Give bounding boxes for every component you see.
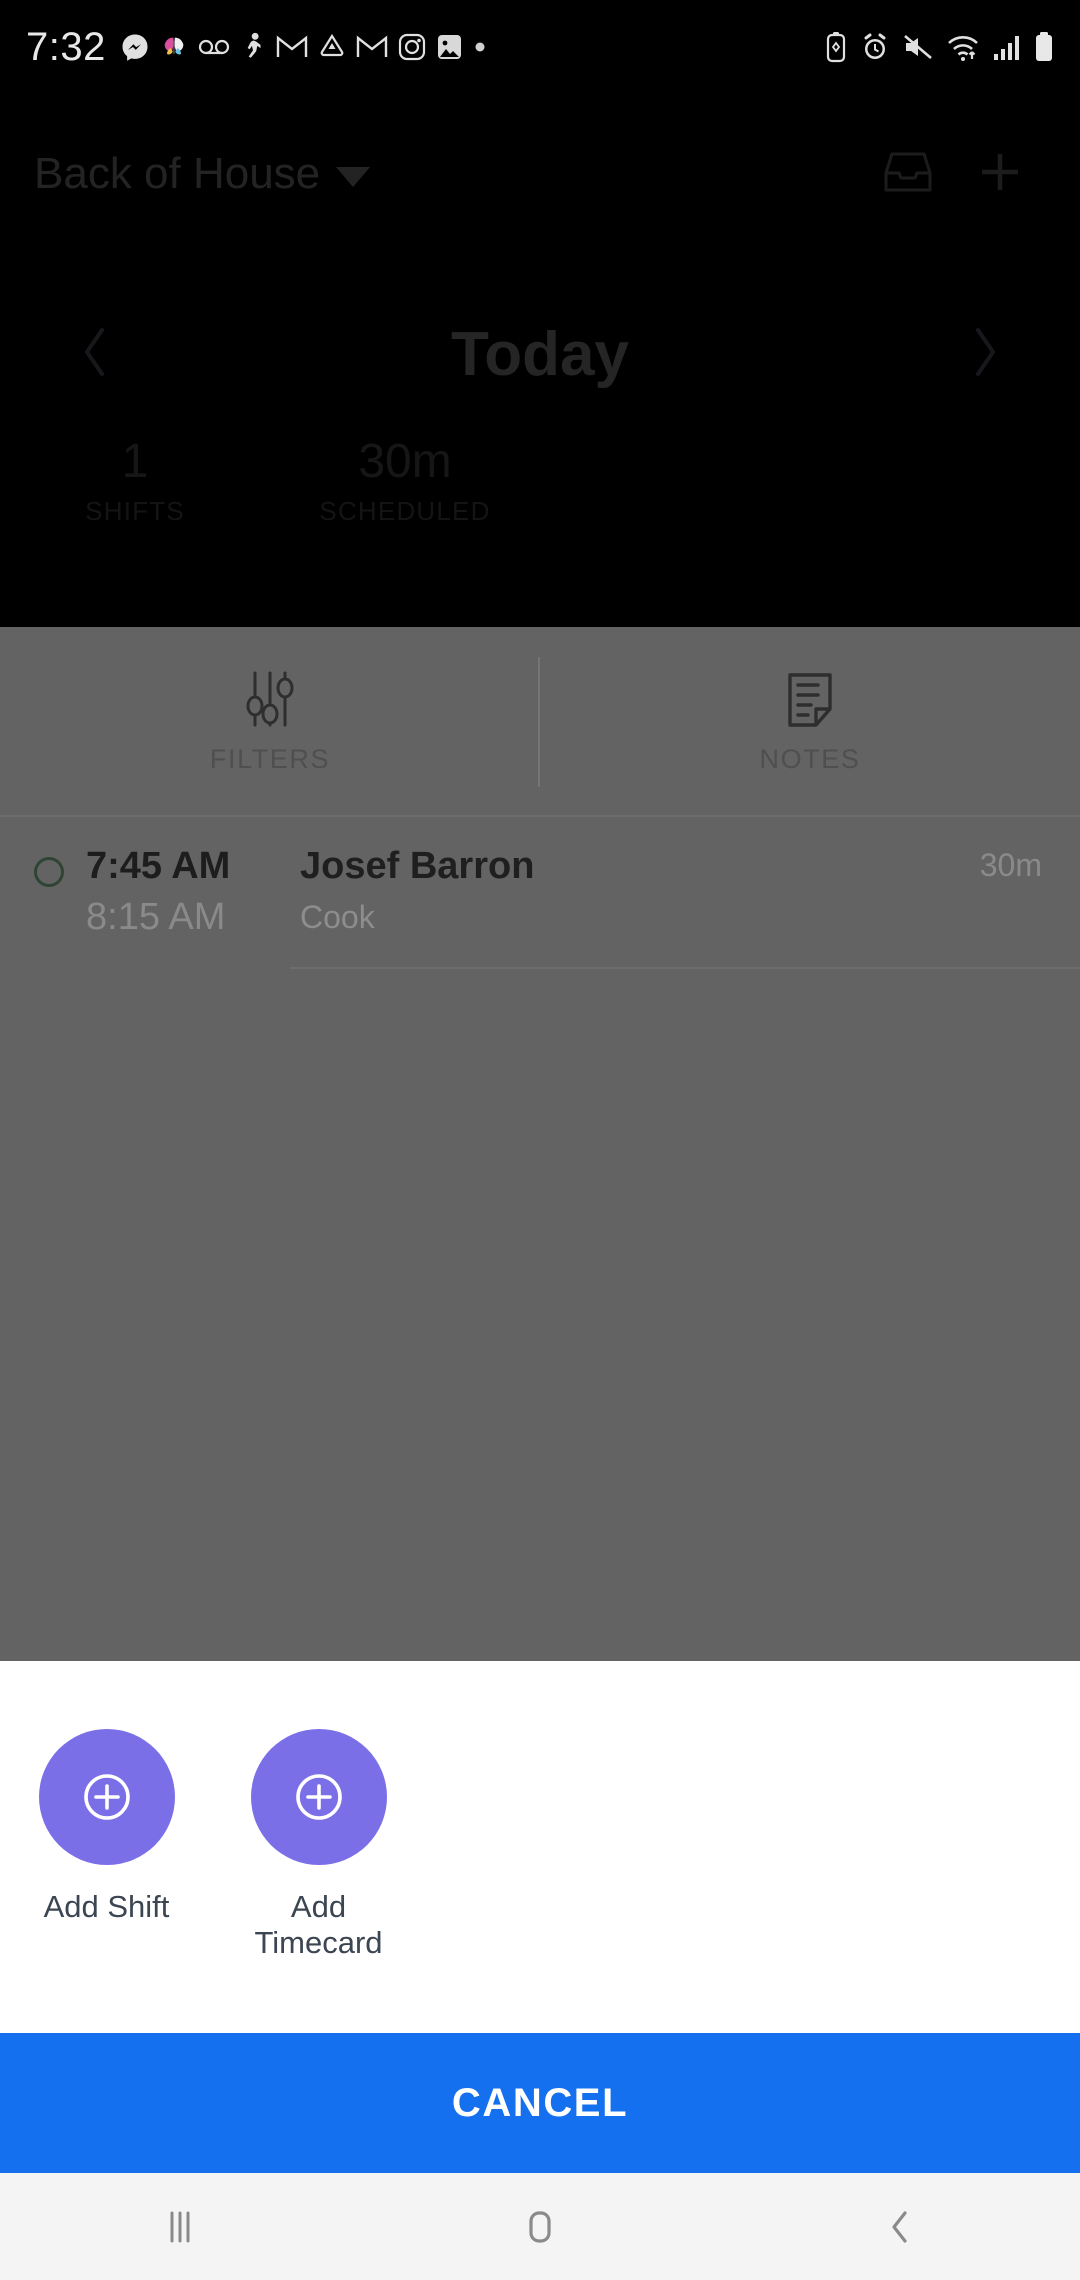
wifi-icon <box>946 32 980 62</box>
action-grid: Add Shift Add Timecard <box>0 1661 1080 1961</box>
add-shift-action[interactable]: Add Shift <box>34 1729 179 1961</box>
add-shift-label: Add Shift <box>43 1889 170 1924</box>
dim-overlay-body[interactable] <box>0 627 1080 1661</box>
voicemail-icon <box>198 37 230 57</box>
more-dot-icon <box>473 40 487 54</box>
drive-icon <box>318 33 346 61</box>
alarm-icon <box>860 32 890 62</box>
home-button[interactable] <box>360 2205 720 2249</box>
instagram-icon <box>398 33 426 61</box>
running-person-icon <box>240 32 266 62</box>
butterfly-app-icon <box>160 33 188 61</box>
gmail-icon <box>276 34 308 60</box>
battery-icon <box>1034 31 1054 63</box>
messenger-icon <box>120 32 150 62</box>
action-bottom-sheet: Add Shift Add Timecard <box>0 1661 1080 2073</box>
battery-saver-icon <box>824 31 848 63</box>
system-nav-bar <box>0 2173 1080 2280</box>
phone-screen: 7:32 FILTERS NOTES 7:45 AM 8:15 AM Josef… <box>0 0 1080 2280</box>
add-shift-button[interactable] <box>38 1729 175 1865</box>
cancel-button[interactable]: CANCEL <box>0 2033 1080 2173</box>
add-timecard-label: Add Timecard <box>254 1889 383 1960</box>
photos-icon <box>436 33 463 61</box>
recents-icon <box>158 2205 202 2249</box>
recents-button[interactable] <box>0 2205 360 2249</box>
plus-circle-icon <box>288 1766 350 1828</box>
status-bar-clock: 7:32 <box>26 24 106 69</box>
gmail-icon-2 <box>356 34 388 60</box>
status-bar: 7:32 <box>0 0 1080 94</box>
back-button[interactable] <box>720 2205 1080 2249</box>
mute-icon <box>902 33 934 61</box>
cellular-signal-icon <box>992 32 1022 62</box>
status-bar-notification-icons <box>120 32 487 62</box>
cancel-button-label: CANCEL <box>451 2080 629 2125</box>
add-timecard-action[interactable]: Add Timecard <box>246 1729 391 1961</box>
dim-overlay-top[interactable] <box>0 94 1080 627</box>
add-timecard-button[interactable] <box>250 1729 387 1865</box>
status-bar-system-icons <box>824 31 1054 63</box>
plus-circle-icon <box>76 1766 138 1828</box>
back-icon <box>878 2205 922 2249</box>
home-icon <box>518 2205 562 2249</box>
